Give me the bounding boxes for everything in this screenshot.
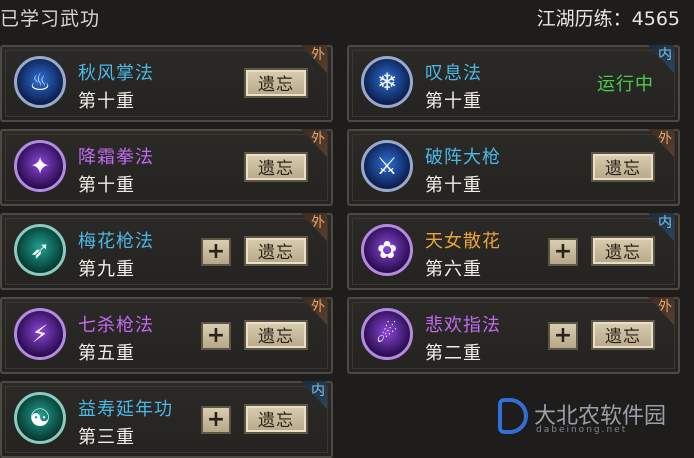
skill-type-label: 外 (658, 131, 672, 147)
header-bar: 已学习武功 江湖历练：4565 (0, 0, 694, 34)
page-title: 已学习武功 (0, 8, 101, 30)
skill-level: 第五重 (78, 343, 135, 364)
forget-button[interactable]: 遗忘 (591, 236, 655, 266)
skill-card[interactable]: ➶ 梅花枪法第九重 外 + 遗忘 (0, 213, 333, 290)
upgrade-plus-button[interactable]: + (201, 322, 231, 350)
experience-counter: 江湖历练：4565 (536, 8, 680, 30)
forget-button[interactable]: 遗忘 (244, 152, 308, 182)
skill-type-label: 内 (658, 47, 672, 63)
skill-name: 七杀枪法 (78, 315, 154, 336)
skill-type-label: 外 (311, 131, 325, 147)
skill-card[interactable]: ⚡ 七杀枪法第五重 外 + 遗忘 (0, 297, 333, 374)
skill-type-label: 内 (311, 383, 325, 399)
forget-button[interactable]: 遗忘 (244, 404, 308, 434)
skill-name: 秋风掌法 (78, 63, 154, 84)
watermark-logo-icon (498, 398, 528, 434)
skill-level: 第十重 (425, 175, 482, 196)
skill-level: 第二重 (425, 343, 482, 364)
skill-level: 第十重 (425, 91, 482, 112)
joy-sorrow-finger-icon: ☄ (361, 308, 413, 360)
upgrade-plus-button[interactable]: + (201, 238, 231, 266)
skill-name: 破阵大枪 (425, 147, 501, 168)
skill-card[interactable]: ♨ 秋风掌法第十重 外遗忘 (0, 45, 333, 122)
upgrade-plus-button[interactable]: + (548, 322, 578, 350)
watermark: 大北农软件园 dabeinong.net (498, 396, 694, 441)
skill-name: 悲欢指法 (425, 315, 501, 336)
frost-fist-icon: ✦ (14, 140, 66, 192)
running-status: 运行中 (597, 74, 654, 95)
seven-kill-spear-icon: ⚡ (14, 308, 66, 360)
skill-card[interactable]: ⚔ 破阵大枪第十重 外遗忘 (347, 129, 680, 206)
skill-level: 第九重 (78, 259, 135, 280)
upgrade-plus-button[interactable]: + (201, 406, 231, 434)
forget-button[interactable]: 遗忘 (591, 320, 655, 350)
skill-card[interactable]: ✿ 天女散花第六重 内 + 遗忘 (347, 213, 680, 290)
skill-type-label: 外 (311, 215, 325, 231)
internal-tag: 内 (648, 45, 674, 73)
skill-type-label: 内 (658, 215, 672, 231)
forget-button[interactable]: 遗忘 (244, 236, 308, 266)
forget-button[interactable]: 遗忘 (591, 152, 655, 182)
sigh-method-icon: ❄ (361, 56, 413, 108)
forget-button[interactable]: 遗忘 (244, 68, 308, 98)
skill-name: 梅花枪法 (78, 231, 154, 252)
skill-card[interactable]: ✦ 降霜拳法第十重 外遗忘 (0, 129, 333, 206)
watermark-subtext: dabeinong.net (536, 425, 628, 435)
skill-name: 益寿延年功 (78, 399, 173, 420)
longevity-art-icon: ☯ (14, 392, 66, 444)
forget-button[interactable]: 遗忘 (244, 320, 308, 350)
skill-card[interactable]: ❄ 叹息法第十重 内运行中 (347, 45, 680, 122)
skill-level: 第十重 (78, 91, 135, 112)
flower-rain-icon: ✿ (361, 224, 413, 276)
skill-level: 第十重 (78, 175, 135, 196)
skill-type-label: 外 (311, 47, 325, 63)
skill-level: 第三重 (78, 427, 135, 448)
skill-name: 叹息法 (425, 63, 482, 84)
skill-card[interactable]: ☯ 益寿延年功第三重 内 + 遗忘 (0, 381, 333, 458)
skill-card[interactable]: ☄ 悲欢指法第二重 外 + 遗忘 (347, 297, 680, 374)
upgrade-plus-button[interactable]: + (548, 238, 578, 266)
skill-name: 降霜拳法 (78, 147, 154, 168)
plum-spear-icon: ➶ (14, 224, 66, 276)
skill-type-label: 外 (658, 299, 672, 315)
spear-break-icon: ⚔ (361, 140, 413, 192)
autumn-palm-icon: ♨ (14, 56, 66, 108)
skill-name: 天女散花 (425, 231, 501, 252)
skill-level: 第六重 (425, 259, 482, 280)
skill-type-label: 外 (311, 299, 325, 315)
